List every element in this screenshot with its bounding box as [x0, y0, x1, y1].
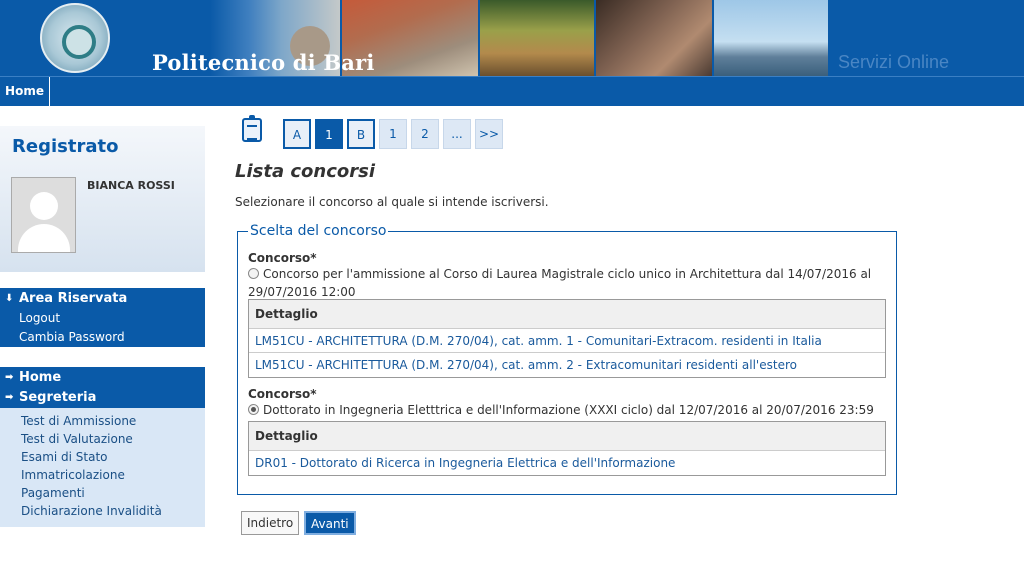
submenu-item-immatricolazione[interactable]: Immatricolazione [0, 466, 205, 484]
clipboard-icon [242, 115, 262, 142]
header-photo [712, 0, 828, 76]
avatar-body [18, 224, 70, 252]
sidebar-segreteria-label: Segreteria [19, 389, 97, 405]
radio-button-checked[interactable] [248, 404, 259, 415]
submenu-item-esami-stato[interactable]: Esami di Stato [0, 448, 205, 466]
logout-link[interactable]: Logout [0, 309, 205, 329]
concorso-label: Concorso* [248, 251, 317, 265]
avatar [11, 177, 76, 253]
page-title: Lista concorsi [235, 161, 376, 182]
sidebar-item-segreteria[interactable]: ➡ Segreteria [0, 388, 205, 408]
brand-name: Politecnico di Bari [152, 50, 375, 75]
detail-table: Dettaglio DR01 - Dottorato di Ricerca in… [248, 421, 886, 476]
header-photo [478, 0, 594, 76]
step-b[interactable]: B [347, 119, 375, 149]
university-logo[interactable] [40, 3, 110, 73]
concorso-option-text: Dottorato in Ingegneria Eletttrica e del… [263, 403, 874, 417]
arrow-down-icon: ⬇ [5, 293, 14, 304]
detail-table-header: Dettaglio [249, 300, 885, 329]
area-riservata-header[interactable]: ⬇ Area Riservata [0, 289, 205, 309]
concorso-option-text: Concorso per l'ammissione al Corso di La… [248, 267, 872, 299]
detail-row-link[interactable]: LM51CU - ARCHITETTURA (D.M. 270/04), cat… [249, 353, 885, 377]
step-next[interactable]: >> [475, 119, 503, 149]
header-photo [594, 0, 712, 76]
arrow-right-icon: ➡ [5, 372, 14, 383]
user-box: Registrato BIANCA ROSSI [0, 126, 205, 272]
detail-row-link[interactable]: DR01 - Dottorato di Ricerca in Ingegneri… [249, 451, 885, 475]
concorso-option[interactable]: Dottorato in Ingegneria Eletttrica e del… [248, 401, 888, 419]
services-label: Servizi Online [838, 52, 950, 72]
radio-button[interactable] [248, 268, 259, 279]
change-password-link[interactable]: Cambia Password [0, 328, 205, 348]
submenu-item-test-valutazione[interactable]: Test di Valutazione [0, 430, 205, 448]
reserved-area-menu: ⬇ Area Riservata Logout Cambia Password [0, 288, 205, 347]
step-a[interactable]: A [283, 119, 311, 149]
arrow-right-icon: ➡ [5, 391, 14, 403]
step-1-current[interactable]: 1 [315, 119, 343, 149]
segreteria-submenu: Test di Ammissione Test di Valutazione E… [0, 408, 205, 527]
concorso-label: Concorso* [248, 387, 317, 401]
submenu-item-pagamenti[interactable]: Pagamenti [0, 484, 205, 502]
competition-fieldset: Scelta del concorso Concorso* Concorso p… [237, 223, 897, 495]
detail-row-link[interactable]: LM51CU - ARCHITETTURA (D.M. 270/04), cat… [249, 329, 885, 353]
detail-table: Dettaglio LM51CU - ARCHITETTURA (D.M. 27… [248, 299, 886, 378]
avatar-head [30, 192, 58, 220]
step-ellipsis[interactable]: ... [443, 119, 471, 149]
top-navbar: Home [0, 76, 1024, 106]
sidebar-home-label: Home [19, 370, 62, 385]
sidebar: Registrato BIANCA ROSSI ⬇ Area Riservata… [0, 106, 205, 570]
user-box-title: Registrato [12, 136, 119, 157]
submenu-item-test-ammissione[interactable]: Test di Ammissione [0, 412, 205, 430]
intro-text: Selezionare il concorso al quale si inte… [235, 195, 549, 209]
area-riservata-label: Area Riservata [19, 291, 128, 306]
main-menu: ➡ Home ➡ Segreteria [0, 367, 205, 408]
detail-table-header: Dettaglio [249, 422, 885, 451]
main-content: A 1 B 1 2 ... >> Lista concorsi Selezion… [230, 106, 1024, 570]
user-name: BIANCA ROSSI [87, 179, 175, 192]
back-button[interactable]: Indietro [241, 511, 300, 535]
site-header: Politecnico di Bari Servizi Online [0, 0, 1024, 76]
concorso-option[interactable]: Concorso per l'ammissione al Corso di La… [248, 265, 888, 301]
nav-home-link[interactable]: Home [0, 77, 50, 106]
sidebar-item-home[interactable]: ➡ Home [0, 368, 205, 388]
submenu-item-dichiarazione-invalidita[interactable]: Dichiarazione Invalidità [0, 502, 205, 520]
step-2[interactable]: 2 [411, 119, 439, 149]
next-button[interactable]: Avanti [304, 511, 356, 535]
fieldset-legend: Scelta del concorso [248, 223, 389, 239]
step-1[interactable]: 1 [379, 119, 407, 149]
step-navigation: A 1 B 1 2 ... >> [283, 119, 503, 149]
